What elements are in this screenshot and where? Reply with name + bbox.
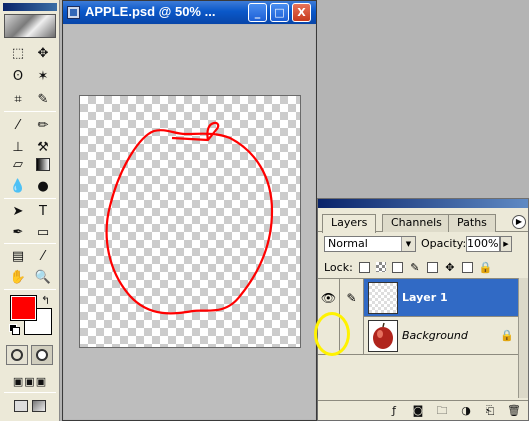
photoshop-workspace: ⬚ ✥ ʘ ✶ ⌗ ✎ ⁄ ✏ ⊥ ⚒ ▱ 💧 ● ➤ T ✒ ▭ ▤ ⁄ ✋ … <box>0 0 529 421</box>
lock-position-checkbox[interactable] <box>426 261 438 273</box>
document-icon <box>67 6 80 19</box>
document-titlebar[interactable]: APPLE.psd @ 50% ... _ □ X <box>63 1 316 24</box>
quick-mask-icon <box>36 349 48 361</box>
type-tool-icon[interactable]: T <box>31 200 55 222</box>
eraser-tool-icon[interactable]: ▱ <box>6 153 30 175</box>
swap-colors-icon[interactable]: ↰ <box>41 294 50 307</box>
move-lock-icon: ✥ <box>445 260 455 274</box>
layer-mask-icon[interactable]: ◙ <box>408 403 428 419</box>
layer-thumbnail <box>368 320 398 352</box>
dodge-tool-icon[interactable]: ● <box>31 175 55 197</box>
blur-tool-icon[interactable]: 💧 <box>6 175 30 197</box>
photoshop-logo[interactable] <box>4 14 56 38</box>
marquee-tool-icon[interactable]: ⬚ <box>6 42 30 64</box>
lock-options: Lock: ✎ ✥ 🔒 <box>324 260 493 274</box>
tab-layers[interactable]: Layers <box>322 214 377 233</box>
lock-image-checkbox[interactable] <box>391 261 403 273</box>
standard-mode-button[interactable] <box>6 345 28 365</box>
layer-thumbnail <box>368 282 398 314</box>
opacity-input[interactable]: 100% <box>466 236 500 252</box>
brush-tool-icon[interactable]: ✏ <box>31 114 55 136</box>
lock-label: Lock: <box>324 260 353 274</box>
palette-menu-icon[interactable]: ▶ <box>512 215 526 229</box>
default-colors-icon[interactable] <box>9 324 20 335</box>
opacity-label: Opacity: <box>421 237 467 250</box>
move-tool-icon[interactable]: ✥ <box>31 42 55 64</box>
blend-mode-value: Normal <box>328 237 368 250</box>
annotation-highlight-ring <box>314 312 350 356</box>
apple-thumbnail-icon <box>373 322 393 349</box>
new-layer-icon[interactable]: ⎗ <box>480 403 500 419</box>
maximize-button[interactable]: □ <box>270 3 289 22</box>
toolbox: ⬚ ✥ ʘ ✶ ⌗ ✎ ⁄ ✏ ⊥ ⚒ ▱ 💧 ● ➤ T ✒ ▭ ▤ ⁄ ✋ … <box>0 0 60 421</box>
magic-wand-tool-icon[interactable]: ✶ <box>31 65 55 87</box>
lock-transparency-checkbox[interactable] <box>358 261 370 273</box>
palette-tabs: Layers Channels Paths ▶ <box>318 212 528 233</box>
jump-to-imageready-icon[interactable] <box>6 395 54 417</box>
quick-mask-mode-button[interactable] <box>31 345 53 365</box>
palette-titlebar[interactable] <box>318 199 528 208</box>
layer-name: Layer 1 <box>402 291 448 304</box>
lock-all-checkbox[interactable] <box>461 261 473 273</box>
zoom-tool-icon[interactable]: 🔍 <box>31 266 55 288</box>
tab-channels[interactable]: Channels <box>382 214 451 232</box>
new-group-icon[interactable]: 🗀 <box>432 403 452 419</box>
toolbox-divider <box>4 392 56 393</box>
lock-transparency-icon <box>375 262 386 272</box>
minimize-button[interactable]: _ <box>248 3 267 22</box>
slice-tool-icon[interactable]: ✎ <box>31 88 55 110</box>
standard-mode-icon <box>11 349 23 361</box>
foreground-color-swatch[interactable] <box>10 295 37 321</box>
palette-bottom-bar: ƒ ◙ 🗀 ◑ ⎗ 🗑 <box>318 400 528 420</box>
apple-drawing <box>105 121 274 315</box>
tab-paths[interactable]: Paths <box>448 214 496 232</box>
close-button[interactable]: X <box>292 3 311 22</box>
image-canvas[interactable] <box>79 95 301 348</box>
screen-mode-buttons[interactable]: ▣▣▣ <box>4 370 56 392</box>
pen-tool-icon[interactable]: ✒ <box>6 221 30 243</box>
layer-style-icon[interactable]: ƒ <box>384 403 404 419</box>
toolbox-titlebar[interactable] <box>3 3 57 11</box>
blend-mode-select[interactable]: Normal ▼ <box>324 236 416 252</box>
toolbox-divider <box>4 111 56 112</box>
crop-tool-icon[interactable]: ⌗ <box>6 88 30 110</box>
document-title: APPLE.psd @ 50% ... <box>85 4 216 19</box>
opacity-slider-button[interactable]: ▶ <box>500 236 512 252</box>
document-window: APPLE.psd @ 50% ... _ □ X <box>62 0 317 421</box>
padlock-icon: 🔒 <box>478 260 493 274</box>
padlock-icon: 🔒 <box>500 329 514 342</box>
lasso-tool-icon[interactable]: ʘ <box>6 65 30 87</box>
layer-row-layer-1[interactable]: 👁 ✎ Layer 1 <box>318 279 518 317</box>
hand-tool-icon[interactable]: ✋ <box>6 266 30 288</box>
eyedropper-tool-icon[interactable]: ⁄ <box>31 245 55 267</box>
gradient-tool-icon[interactable] <box>31 153 55 175</box>
toolbox-divider <box>4 243 56 244</box>
layer-list-scrollbar[interactable] <box>518 278 528 398</box>
canvas-area[interactable] <box>64 25 315 419</box>
brush-lock-icon: ✎ <box>410 260 420 274</box>
notes-tool-icon[interactable]: ▤ <box>6 245 30 267</box>
toolbox-divider <box>4 198 56 199</box>
chevron-down-icon: ▼ <box>401 237 415 251</box>
trash-icon[interactable]: 🗑 <box>504 403 524 419</box>
rectangle-tool-icon[interactable]: ▭ <box>31 221 55 243</box>
brush-icon[interactable]: ✎ <box>340 279 364 317</box>
healing-brush-tool-icon[interactable]: ⁄ <box>6 114 30 136</box>
adjustment-layer-icon[interactable]: ◑ <box>456 403 476 419</box>
toolbox-divider <box>4 289 56 290</box>
layers-palette: Layers Channels Paths ▶ Normal ▼ Opacity… <box>317 198 529 421</box>
layer-name: Background <box>402 329 468 342</box>
path-selection-tool-icon[interactable]: ➤ <box>6 200 30 222</box>
